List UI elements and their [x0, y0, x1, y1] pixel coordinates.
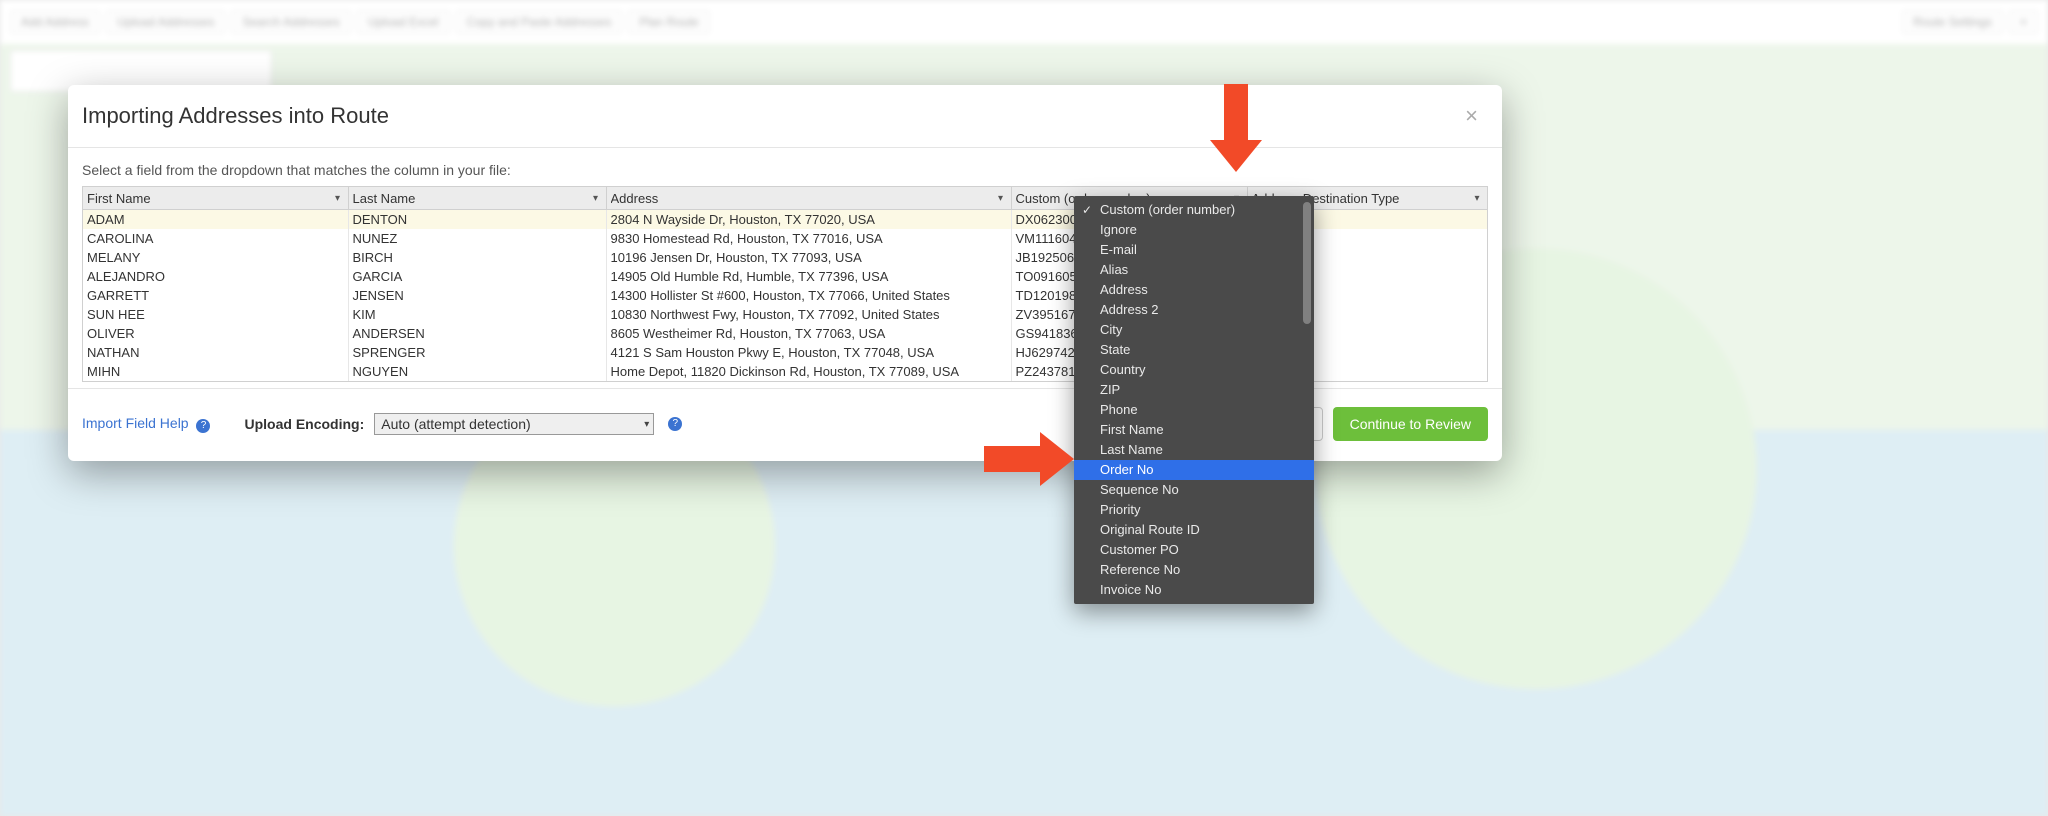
table-cell: CAROLINA: [83, 229, 348, 248]
table-cell: ALEJANDRO: [83, 267, 348, 286]
chevron-down-icon: ▾: [332, 192, 344, 204]
chevron-down-icon: ▾: [644, 419, 649, 430]
continue-to-review-button[interactable]: Continue to Review: [1333, 407, 1488, 441]
table-cell: SPRENGER: [348, 343, 606, 362]
help-icon: ?: [196, 419, 210, 433]
table-cell: JENSEN: [348, 286, 606, 305]
modal-header: Importing Addresses into Route ×: [68, 85, 1502, 148]
table-cell: 14300 Hollister St #600, Houston, TX 770…: [606, 286, 1011, 305]
close-icon[interactable]: ×: [1465, 105, 1478, 127]
table-cell: 10196 Jensen Dr, Houston, TX 77093, USA: [606, 248, 1011, 267]
dropdown-option[interactable]: Customer PO: [1074, 540, 1314, 560]
dropdown-option[interactable]: Order No: [1074, 460, 1314, 480]
dropdown-option[interactable]: Ignore: [1074, 220, 1314, 240]
upload-encoding-select[interactable]: Auto (attempt detection) ▾: [374, 413, 654, 435]
chevron-down-icon: ▾: [590, 192, 602, 204]
chevron-down-icon: ▾: [1471, 192, 1483, 204]
column-mapping-label: Address: [611, 191, 995, 206]
dropdown-option[interactable]: Last Name: [1074, 440, 1314, 460]
table-cell: 10830 Northwest Fwy, Houston, TX 77092, …: [606, 305, 1011, 324]
table-cell: 2804 N Wayside Dr, Houston, TX 77020, US…: [606, 210, 1011, 230]
import-field-help-link[interactable]: Import Field Help ?: [82, 415, 210, 433]
column-mapping-label: First Name: [87, 191, 332, 206]
table-cell: 4121 S Sam Houston Pkwy E, Houston, TX 7…: [606, 343, 1011, 362]
table-cell: NGUYEN: [348, 362, 606, 381]
table-cell: 14905 Old Humble Rd, Humble, TX 77396, U…: [606, 267, 1011, 286]
table-cell: GARRETT: [83, 286, 348, 305]
dropdown-option[interactable]: Reference No: [1074, 560, 1314, 580]
column-mapping-label: Last Name: [353, 191, 590, 206]
table-cell: KIM: [348, 305, 606, 324]
import-addresses-modal: Importing Addresses into Route × Select …: [68, 85, 1502, 461]
table-cell: 9830 Homestead Rd, Houston, TX 77016, US…: [606, 229, 1011, 248]
dropdown-option[interactable]: Invoice No: [1074, 580, 1314, 600]
dropdown-option[interactable]: City: [1074, 320, 1314, 340]
help-icon[interactable]: ?: [668, 417, 682, 431]
dropdown-option[interactable]: State: [1074, 340, 1314, 360]
dropdown-option[interactable]: ✓Custom (order number): [1074, 200, 1314, 220]
check-icon: ✓: [1082, 201, 1092, 219]
import-field-help-label: Import Field Help: [82, 415, 189, 431]
table-cell: ANDERSEN: [348, 324, 606, 343]
column-mapping-select-address[interactable]: Address ▾: [607, 187, 1011, 209]
dropdown-option[interactable]: Address 2: [1074, 300, 1314, 320]
dropdown-option[interactable]: Priority: [1074, 500, 1314, 520]
table-cell: MIHN: [83, 362, 348, 381]
dropdown-option[interactable]: E-mail: [1074, 240, 1314, 260]
table-cell: MELANY: [83, 248, 348, 267]
chevron-down-icon: ▾: [995, 192, 1007, 204]
table-cell: Home Depot, 11820 Dickinson Rd, Houston,…: [606, 362, 1011, 381]
dropdown-option[interactable]: Phone: [1074, 400, 1314, 420]
field-instruction: Select a field from the dropdown that ma…: [82, 162, 1488, 178]
column-mapping-select-last-name[interactable]: Last Name ▾: [349, 187, 606, 209]
dropdown-option[interactable]: Country: [1074, 360, 1314, 380]
table-cell: ADAM: [83, 210, 348, 230]
table-cell: OLIVER: [83, 324, 348, 343]
table-cell: 8605 Westheimer Rd, Houston, TX 77063, U…: [606, 324, 1011, 343]
annotation-arrow-right: [984, 432, 1080, 486]
table-cell: GARCIA: [348, 267, 606, 286]
column-mapping-select-first-name[interactable]: First Name ▾: [83, 187, 348, 209]
dropdown-option[interactable]: Address: [1074, 280, 1314, 300]
table-cell: SUN HEE: [83, 305, 348, 324]
dropdown-option[interactable]: First Name: [1074, 420, 1314, 440]
upload-encoding-value: Auto (attempt detection): [381, 416, 530, 432]
table-cell: BIRCH: [348, 248, 606, 267]
upload-encoding-label: Upload Encoding:: [244, 416, 364, 432]
dropdown-option[interactable]: Alias: [1074, 260, 1314, 280]
table-cell: NUNEZ: [348, 229, 606, 248]
table-cell: DENTON: [348, 210, 606, 230]
dropdown-option[interactable]: ZIP: [1074, 380, 1314, 400]
column-mapping-dropdown[interactable]: ✓Custom (order number)IgnoreE-mailAliasA…: [1074, 196, 1314, 604]
dropdown-option[interactable]: Original Route ID: [1074, 520, 1314, 540]
annotation-arrow-down: [1212, 84, 1260, 174]
dropdown-option[interactable]: Sequence No: [1074, 480, 1314, 500]
table-cell: NATHAN: [83, 343, 348, 362]
